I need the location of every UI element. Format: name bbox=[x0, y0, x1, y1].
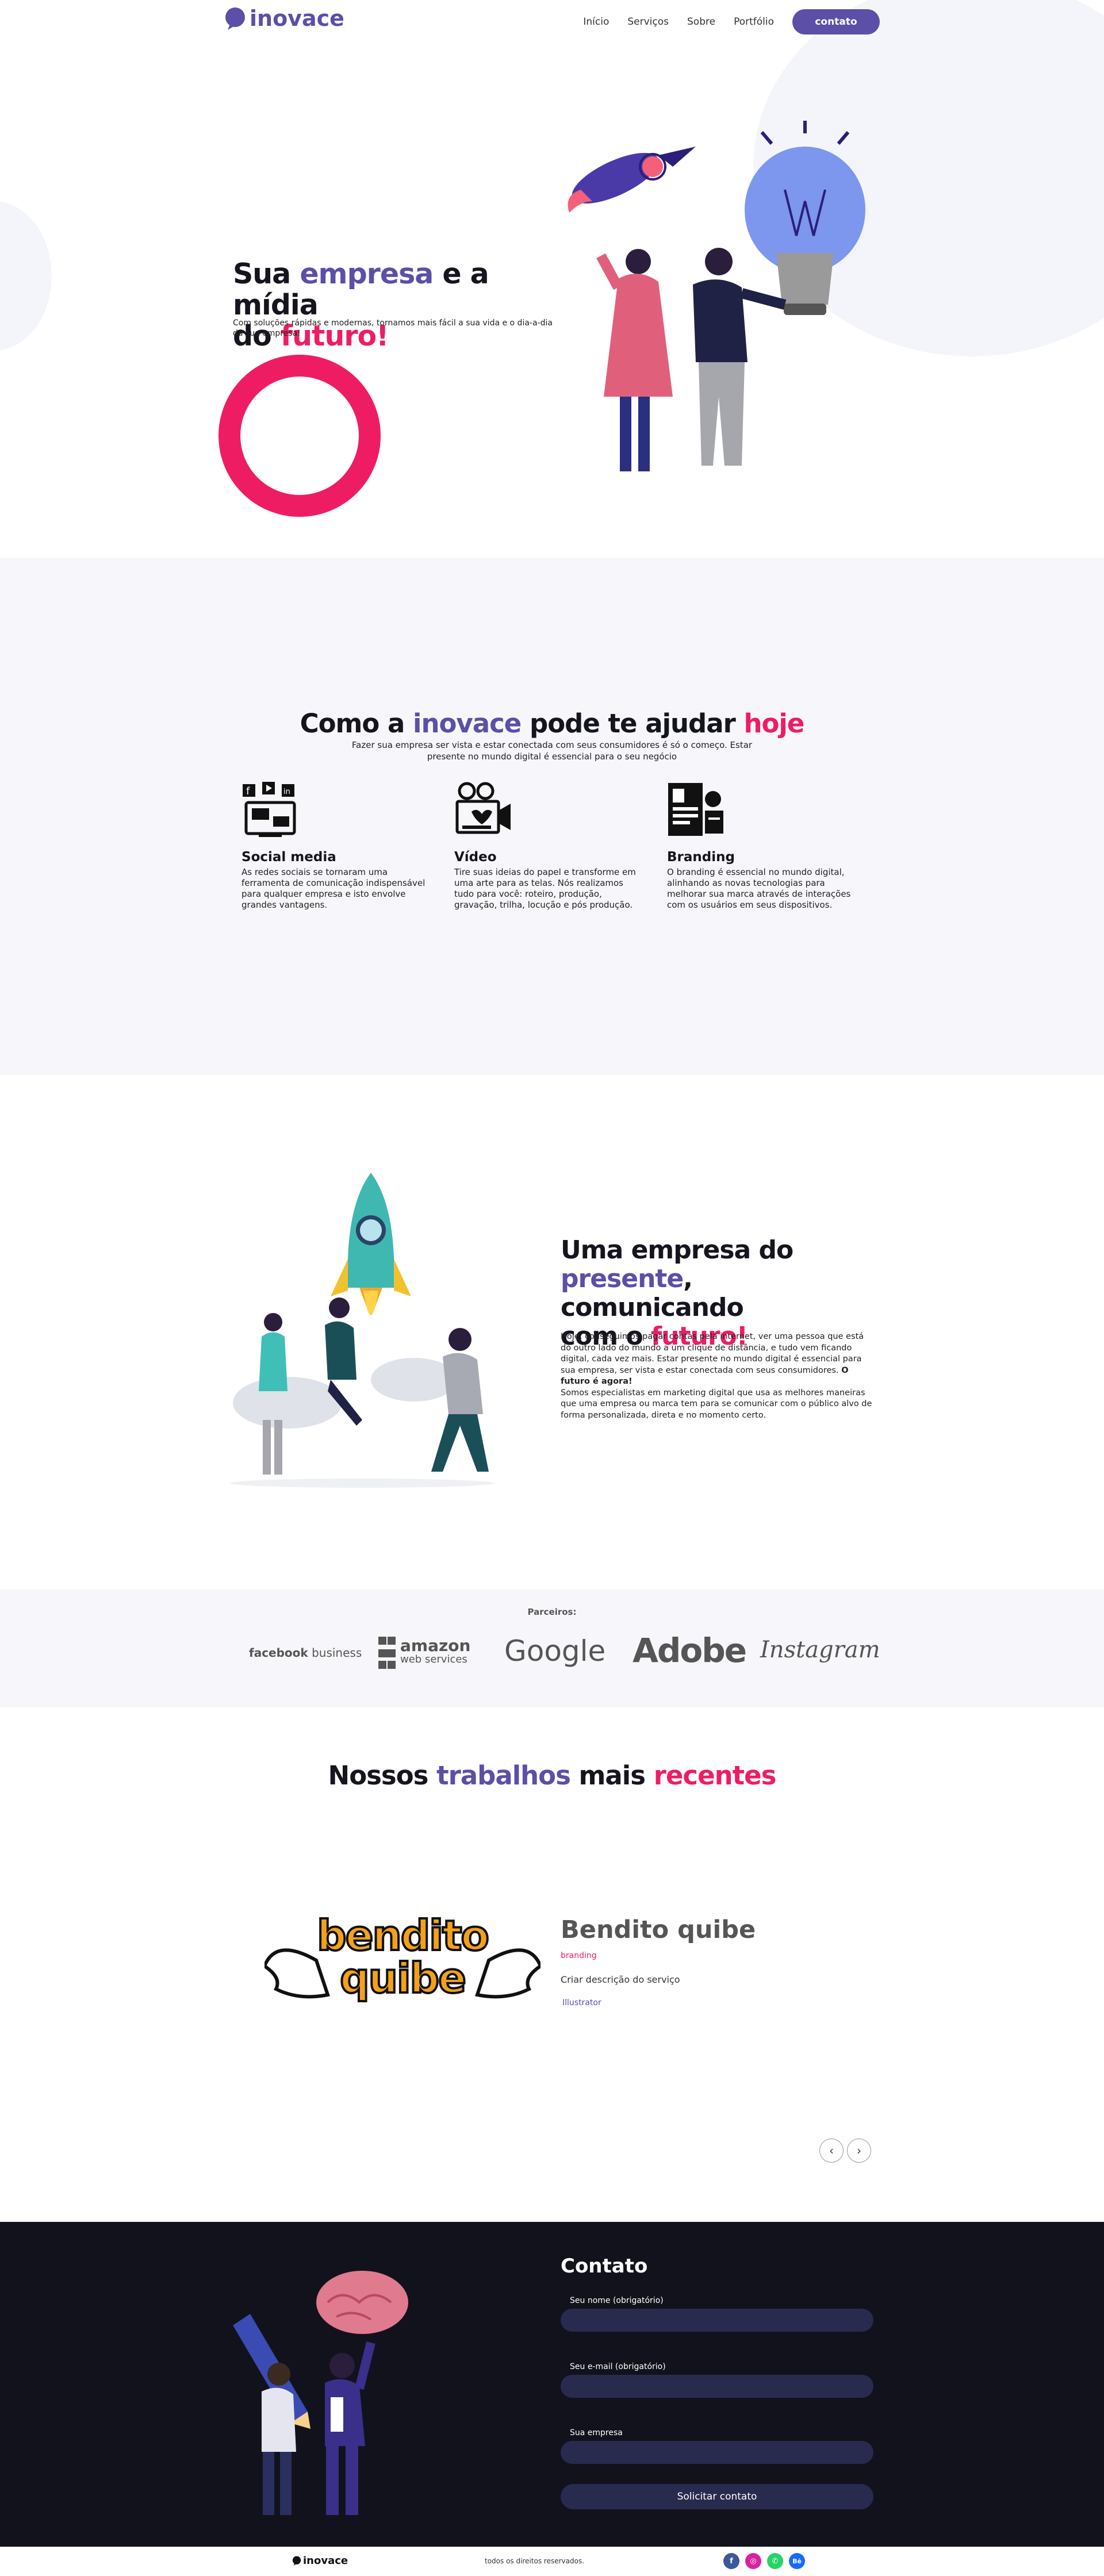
company-field[interactable] bbox=[561, 2441, 873, 2464]
partners-section: Parceiros: facebook business amazon web … bbox=[0, 1590, 1104, 1707]
brain-team-illustration bbox=[233, 2271, 408, 2515]
services-section: Como a inovace pode te ajudar hoje Fazer… bbox=[0, 558, 1104, 1075]
footer-logo[interactable]: inovace bbox=[292, 2555, 348, 2567]
hero-subtitle: Com soluções rápidas e modernas, tornamo… bbox=[233, 318, 553, 338]
site-footer: inovace todos os direitos reservados. f … bbox=[0, 2547, 1104, 2576]
project-logo-text: bendito quibe bbox=[316, 1911, 490, 2002]
service-card-branding: Branding O branding é essencial no mundo… bbox=[667, 782, 862, 911]
partner-amazon-text: amazon bbox=[400, 1636, 471, 1655]
service-text-video: Tire suas ideias do papel e transforme e… bbox=[454, 867, 636, 910]
rocket-icon bbox=[331, 1173, 411, 1315]
partners-label: Parceiros: bbox=[527, 1607, 577, 1617]
nav-link-portfolio[interactable]: Portfólio bbox=[734, 16, 774, 28]
person-right bbox=[431, 1328, 489, 1472]
contact-form: Seu nome (obrigatório) Seu e-mail (obrig… bbox=[561, 2294, 873, 2509]
logo[interactable]: inovace bbox=[224, 6, 344, 31]
works-section: Nossos trabalhos mais recentes bendito qu… bbox=[0, 1707, 1104, 2222]
about-section: Uma empresa do presente, comunicando com… bbox=[0, 1075, 1104, 1592]
service-text-social: As redes sociais se tornaram uma ferrame… bbox=[241, 867, 425, 910]
contact-title: Contato bbox=[561, 2255, 648, 2278]
rocket-icon bbox=[568, 147, 696, 213]
svg-text:f: f bbox=[246, 785, 250, 797]
behance-icon[interactable]: Bē bbox=[789, 2553, 805, 2569]
service-card-social: f in Social media As redes sociais se to… bbox=[241, 782, 431, 911]
brain-icon bbox=[316, 2271, 408, 2334]
aws-cubes-icon bbox=[378, 1637, 396, 1669]
hero-bg-blob-left bbox=[0, 201, 52, 351]
site-header: inovace Início Serviços Sobre Portfólio … bbox=[0, 0, 1104, 46]
partner-google: Google bbox=[504, 1634, 606, 1668]
woman-figure bbox=[596, 249, 673, 471]
lightbulb-icon bbox=[745, 121, 865, 315]
instagram-icon[interactable]: ◎ bbox=[745, 2553, 761, 2569]
service-title-social: Social media bbox=[241, 850, 336, 865]
email-field[interactable] bbox=[561, 2375, 873, 2398]
services-subtitle: Fazer sua empresa ser vista e estar cone… bbox=[351, 740, 753, 762]
contact-button[interactable]: contato bbox=[792, 9, 880, 34]
team-rocket-illustration bbox=[230, 1173, 494, 1488]
services-title: Como a inovace pode te ajudar hoje bbox=[300, 708, 805, 739]
name-field[interactable] bbox=[561, 2309, 873, 2332]
social-links: f ◎ ✆ Bē bbox=[723, 2553, 805, 2569]
svg-text:in: in bbox=[283, 788, 290, 796]
name-label: Seu nome (obrigatório) bbox=[570, 2296, 664, 2305]
hero-illustration bbox=[568, 121, 865, 471]
service-card-video: Vídeo Tire suas ideias do papel e transf… bbox=[454, 782, 644, 911]
hero-section: Sua empresa e a mídia do futuro! Com sol… bbox=[0, 0, 1104, 558]
logo-bubble-icon bbox=[225, 7, 245, 30]
submit-contact-button[interactable]: Solicitar contato bbox=[561, 2484, 873, 2509]
person-right bbox=[325, 2341, 375, 2515]
nav-link-inicio[interactable]: Início bbox=[583, 16, 609, 28]
footer-rights: todos os direitos reservados. bbox=[485, 2557, 585, 2565]
contact-section: Contato Seu nome (obrigatório) Seu e-mai… bbox=[0, 2222, 1104, 2567]
nav-link-servicos[interactable]: Serviços bbox=[627, 16, 669, 28]
partner-facebook-business: facebook business bbox=[249, 1646, 362, 1660]
whatsapp-icon[interactable]: ✆ bbox=[767, 2553, 783, 2569]
man-figure bbox=[693, 248, 787, 466]
pink-ring-decoration bbox=[218, 355, 381, 517]
project-description: Criar descrição do serviço bbox=[561, 1974, 680, 1985]
company-label: Sua empresa bbox=[570, 2428, 623, 2437]
branding-icon bbox=[668, 783, 723, 836]
logo-text: inovace bbox=[250, 6, 344, 31]
carousel-next-button[interactable]: › bbox=[847, 2139, 871, 2163]
social-media-icon: f in bbox=[243, 782, 296, 837]
partner-web-services-text: web services bbox=[400, 1653, 467, 1665]
email-label: Seu e-mail (obrigatório) bbox=[570, 2362, 666, 2371]
service-title-branding: Branding bbox=[667, 850, 735, 865]
main-nav: Início Serviços Sobre Portfólio contato bbox=[583, 9, 880, 34]
project-tool: Illustrator bbox=[562, 1998, 601, 2007]
project-name: Bendito quibe bbox=[561, 1915, 756, 1944]
nav-link-sobre[interactable]: Sobre bbox=[687, 16, 715, 28]
partner-instagram: Instagram bbox=[760, 1637, 880, 1663]
service-title-video: Vídeo bbox=[454, 850, 497, 865]
about-paragraph: Hoje, conseguimos pagar contas pela inte… bbox=[561, 1332, 872, 1420]
project-logo-bendito-quibe[interactable]: bendito quibe bbox=[262, 1911, 543, 2029]
logo-bubble-icon bbox=[292, 2556, 301, 2566]
carousel-prev-button[interactable]: ‹ bbox=[819, 2139, 844, 2163]
service-text-branding: O branding é essencial no mundo digital,… bbox=[667, 867, 851, 910]
video-icon bbox=[455, 782, 511, 834]
partner-amazon-web-services: amazon web services bbox=[377, 1636, 470, 1670]
project-category: branding bbox=[561, 1951, 597, 1960]
partner-adobe: Adobe bbox=[632, 1631, 747, 1670]
footer-logo-text: inovace bbox=[303, 2555, 348, 2567]
works-title: Nossos trabalhos mais recentes bbox=[328, 1760, 777, 1791]
facebook-icon[interactable]: f bbox=[723, 2553, 739, 2569]
